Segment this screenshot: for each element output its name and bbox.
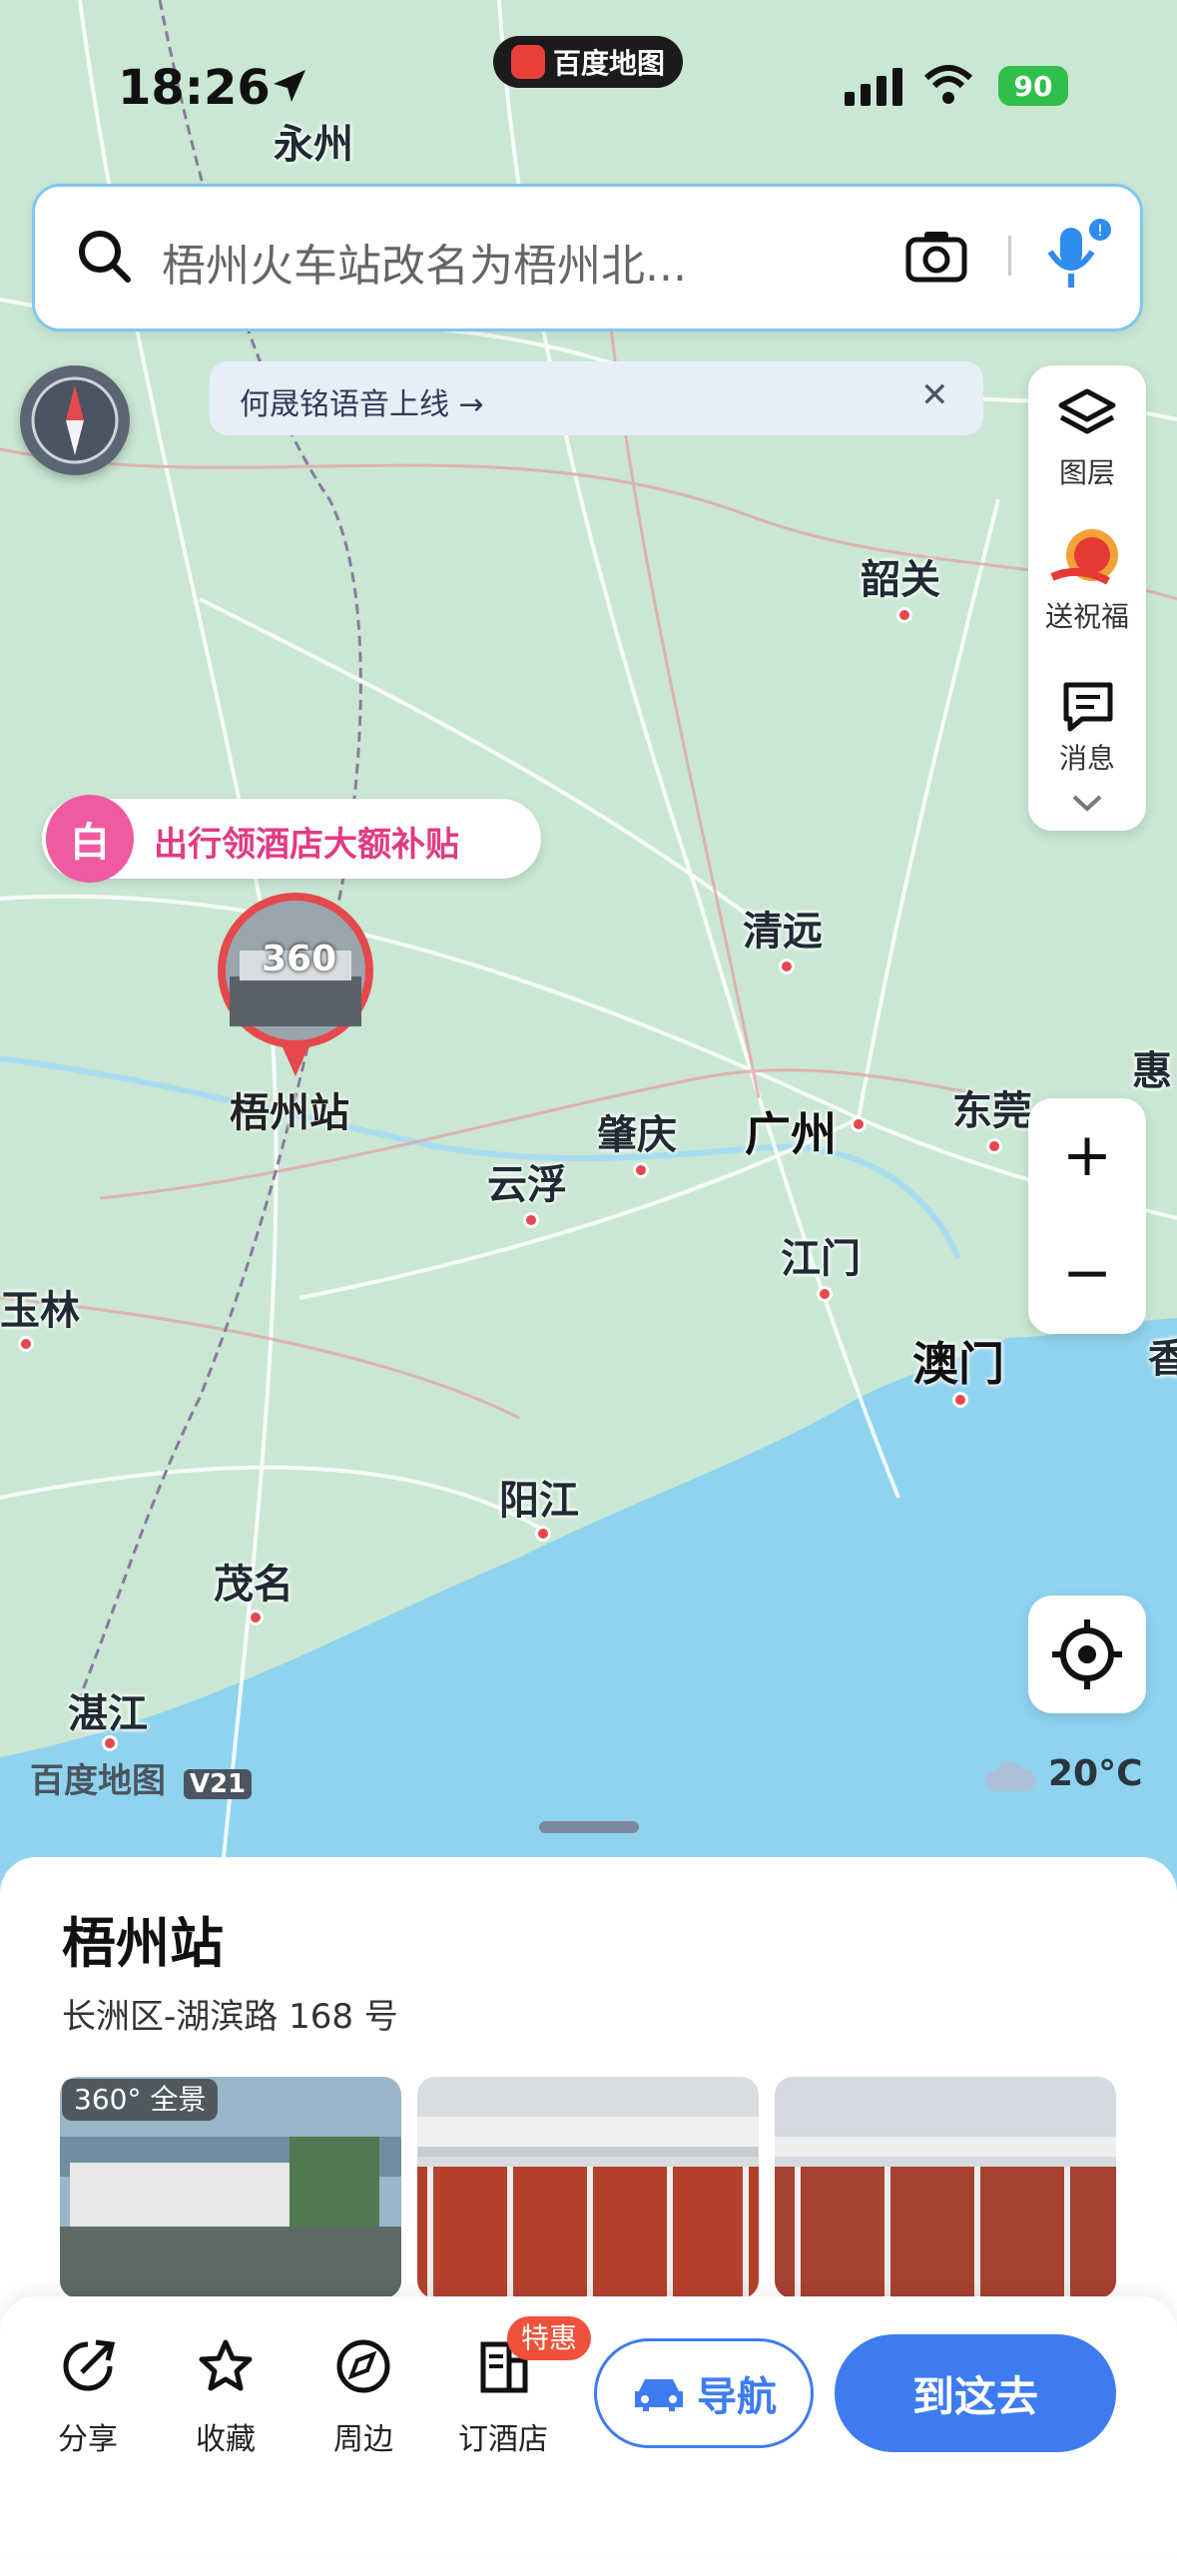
city-label-xiang[interactable]: 香 [1148, 1326, 1177, 1384]
book-hotel-label: 订酒店 [458, 2422, 548, 2457]
location-arrow-icon [270, 66, 309, 110]
wifi-icon [922, 64, 974, 110]
city-label-shaoguan[interactable]: 韶关 [861, 547, 940, 605]
city-dot [102, 1735, 118, 1751]
hotel-promo-text[interactable]: 出行领酒店大额补贴 [154, 817, 459, 866]
city-label-hui[interactable]: 惠 [1132, 1038, 1172, 1096]
hotel-deal-badge: 特惠 [507, 2316, 592, 2360]
map-version-badge: V21 [183, 1769, 253, 1799]
city-label-yongzhou[interactable]: 永州 [274, 112, 353, 170]
svg-text:!: ! [1097, 221, 1103, 240]
city-label-zhanjiang[interactable]: 湛江 [68, 1681, 148, 1739]
pin-station-label[interactable]: 梧州站 [230, 1080, 349, 1138]
share-button[interactable]: 分享 [28, 2336, 148, 2458]
city-label-yunfu[interactable]: 云浮 [487, 1152, 567, 1210]
baidu-map-logo-icon [510, 45, 545, 79]
share-label: 分享 [58, 2422, 118, 2457]
star-icon [196, 2336, 256, 2396]
favorite-label: 收藏 [196, 2422, 256, 2457]
weather-temperature: 20°C [1048, 1753, 1143, 1794]
city-dot [535, 1526, 551, 1542]
city-dot [952, 1392, 968, 1408]
city-label-jiangmen[interactable]: 江门 [781, 1226, 861, 1284]
map-brand: 百度地图 V21 [30, 1753, 253, 1802]
panorama-pin-badge: 360 [262, 939, 337, 979]
cellular-signal-icon [845, 66, 904, 110]
city-label-zhaoqing[interactable]: 肇庆 [597, 1102, 677, 1160]
locate-button[interactable] [1028, 1596, 1146, 1713]
compass-nearby-icon [333, 2336, 393, 2396]
city-dot [248, 1610, 264, 1625]
place-title: 梧州站 [62, 1912, 224, 1975]
place-photo[interactable] [417, 2077, 759, 2298]
city-dot [523, 1212, 539, 1228]
search-icon [76, 228, 132, 288]
zoom-in-button[interactable]: + [1028, 1120, 1146, 1190]
message-icon[interactable] [1060, 679, 1116, 739]
navigate-label: 导航 [697, 2374, 777, 2420]
panorama-tag: 360° 全景 [62, 2079, 219, 2121]
cloud-icon [982, 1757, 1036, 1797]
blessing-icon[interactable] [1048, 525, 1124, 595]
go-here-label: 到这去 [911, 2371, 1038, 2421]
city-dot [817, 1286, 833, 1302]
notice-close-icon[interactable]: ✕ [920, 375, 949, 415]
city-label-macau[interactable]: 澳门 [912, 1328, 1004, 1394]
app-indicator-name: 百度地图 [552, 47, 665, 80]
car-icon [635, 2379, 683, 2411]
layers-icon[interactable] [1057, 387, 1117, 447]
place-photo[interactable] [775, 2077, 1116, 2298]
nearby-button[interactable]: 周边 [303, 2336, 423, 2458]
status-time: 18:26 [118, 60, 271, 116]
favorite-button[interactable]: 收藏 [166, 2336, 286, 2458]
microphone-icon[interactable]: ! [1042, 218, 1112, 298]
city-dot [633, 1162, 649, 1178]
promo-badge-icon: 白 [46, 795, 134, 883]
go-here-button[interactable]: 到这去 [835, 2334, 1116, 2452]
city-dot [779, 959, 795, 974]
compass-icon[interactable] [20, 365, 130, 475]
camera-icon[interactable] [904, 228, 968, 288]
blessing-label[interactable]: 送祝福 [1028, 595, 1146, 635]
city-label-yangjiang[interactable]: 阳江 [499, 1468, 579, 1526]
city-label-guangzhou[interactable]: 广州 [745, 1098, 837, 1164]
voice-notice-text[interactable]: 何晟铭语音上线 → [240, 379, 484, 423]
crosshair-icon [1052, 1619, 1122, 1689]
city-label-dongguan[interactable]: 东莞 [952, 1078, 1032, 1136]
battery-level: 90 [1013, 69, 1053, 103]
app-indicator-pill[interactable]: 百度地图 [493, 36, 683, 88]
chevron-down-icon[interactable] [1070, 793, 1104, 817]
city-label-yulin[interactable]: 玉林 [0, 1278, 80, 1336]
place-address: 长洲区-湖滨路 168 号 [62, 1997, 398, 2037]
layers-label[interactable]: 图层 [1028, 451, 1146, 491]
city-dot [18, 1336, 34, 1352]
sheet-drag-handle[interactable] [539, 1821, 639, 1833]
nearby-label: 周边 [333, 2422, 393, 2457]
zoom-out-button[interactable]: − [1028, 1238, 1146, 1308]
city-dot [851, 1116, 867, 1132]
search-input[interactable]: 梧州火车站改名为梧州北... [162, 230, 687, 294]
city-dot [986, 1138, 1002, 1154]
search-divider [1008, 236, 1011, 276]
city-label-maoming[interactable]: 茂名 [214, 1552, 294, 1610]
city-label-qingyuan[interactable]: 清远 [743, 899, 823, 957]
panorama-pin[interactable] [216, 891, 375, 1084]
map-brand-name: 百度地图 [30, 1761, 166, 1801]
share-icon [58, 2336, 118, 2396]
battery-indicator: 90 [998, 66, 1068, 106]
navigate-button[interactable]: 导航 [594, 2338, 814, 2448]
message-label[interactable]: 消息 [1028, 737, 1146, 777]
city-dot [896, 607, 912, 623]
